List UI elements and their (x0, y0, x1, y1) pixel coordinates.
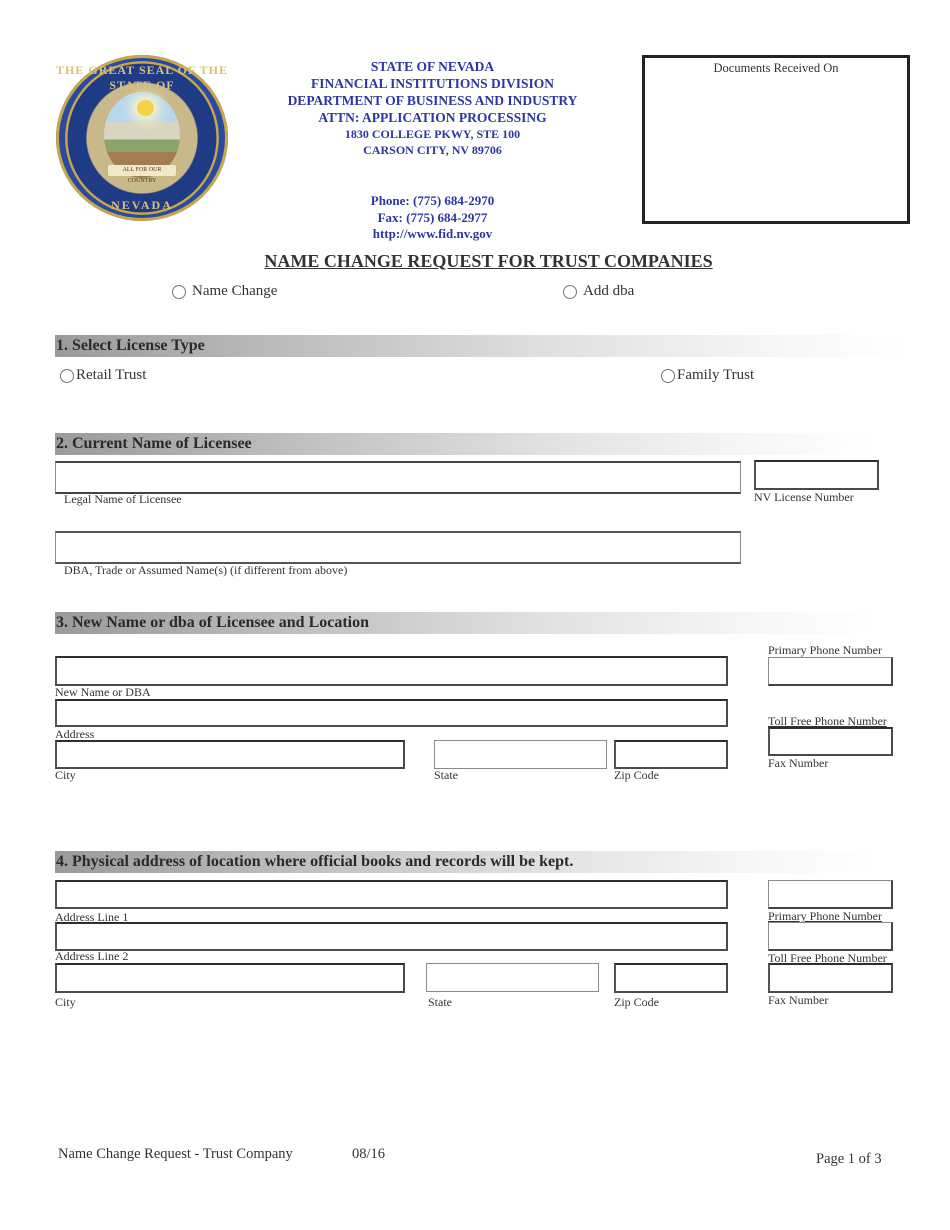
agency-address-line: CARSON CITY, NV 89706 (363, 143, 502, 157)
radio-button-retail-trust[interactable] (60, 368, 74, 383)
city-label: City (55, 768, 76, 782)
footer-page-number: Page 1 of 3 (816, 1151, 882, 1167)
seal-bottom-text: NEVADA (111, 198, 173, 212)
agency-line: FINANCIAL INSTITUTIONS DIVISION (310, 76, 555, 91)
primary-phone-field-2[interactable] (768, 880, 893, 909)
agency-header: STATE OF NEVADA FINANCIAL INSTITUTIONS D… (270, 58, 595, 158)
radio-label: Retail Trust (76, 367, 147, 383)
footer-revision: 08/16 (352, 1146, 386, 1162)
city-label-2: City (55, 995, 76, 1009)
radio-option-retail-trust[interactable]: Retail Trust (60, 367, 146, 384)
radio-option-name-change[interactable]: Name Change (172, 283, 277, 300)
address-field[interactable] (55, 699, 728, 727)
primary-phone-label: Primary Phone Number (768, 643, 882, 657)
radio-label: Name Change (192, 283, 278, 299)
footer-form-name: Name Change Request - Trust Company (58, 1146, 293, 1162)
agency-fax: Fax: (775) 684-2977 (377, 209, 488, 225)
form-title: NAME CHANGE REQUEST FOR TRUST COMPANIES (264, 251, 713, 271)
radio-button-add-dba[interactable] (563, 284, 577, 299)
agency-address-line: 1830 COLLEGE PKWY, STE 100 (344, 127, 521, 141)
toll-free-phone-field[interactable] (768, 727, 893, 756)
radio-button-family-trust[interactable] (661, 368, 675, 383)
state-label: State (434, 768, 458, 782)
new-name-field[interactable] (55, 656, 728, 686)
primary-phone-field[interactable] (768, 657, 893, 686)
fax-number-field-2[interactable] (768, 963, 893, 993)
agency-line: ATTN: APPLICATION PROCESSING (318, 110, 547, 125)
address-line1-field[interactable] (55, 880, 728, 909)
zip-code-field-2[interactable] (614, 963, 728, 993)
fax-number-label: Fax Number (768, 756, 829, 770)
city-field[interactable] (55, 740, 405, 769)
seal-top-text: THE GREAT SEAL OF THE STATE OF (56, 63, 228, 92)
address-line2-label: Address Line 2 (55, 949, 129, 963)
state-field[interactable] (434, 740, 607, 769)
radio-label: Add dba (583, 283, 635, 299)
radio-option-family-trust[interactable]: Family Trust (661, 367, 754, 384)
dba-name-field[interactable] (55, 531, 741, 564)
legal-name-field[interactable] (55, 461, 741, 494)
state-field-2[interactable] (426, 963, 599, 992)
seal-motto: ALL FOR OUR COUNTRY (107, 165, 177, 184)
agency-contact: Phone: (775) 684-2970 Fax: (775) 684-297… (300, 193, 565, 243)
documents-received-box: Documents Received On (642, 55, 910, 224)
section-3-header: 3. New Name or dba of Licensee and Locat… (55, 612, 880, 634)
documents-received-label: Documents Received On (713, 61, 839, 75)
agency-line: STATE OF NEVADA (370, 59, 495, 74)
toll-free-phone-field-2[interactable] (768, 922, 893, 951)
radio-button-name-change[interactable] (172, 284, 186, 299)
fax-number-label-2: Fax Number (768, 993, 829, 1007)
agency-website-link[interactable]: http://www.fid.nv.gov (300, 226, 565, 243)
address-line2-field[interactable] (55, 922, 728, 951)
state-label-2: State (428, 995, 452, 1009)
legal-name-label: Legal Name of Licensee (64, 492, 182, 506)
nv-license-number-field[interactable] (754, 460, 879, 490)
nv-license-number-label: NV License Number (754, 490, 854, 504)
zip-code-field[interactable] (614, 740, 728, 769)
agency-phone: Phone: (775) 684-2970 (370, 193, 495, 208)
radio-option-add-dba[interactable]: Add dba (563, 283, 634, 300)
radio-label: Family Trust (677, 367, 755, 383)
new-name-label: New Name or DBA (55, 685, 151, 699)
section-4-header: 4. Physical address of location where of… (55, 851, 880, 873)
dba-name-label: DBA, Trade or Assumed Name(s) (if differ… (64, 563, 348, 577)
zip-code-label-2: Zip Code (614, 995, 659, 1009)
city-field-2[interactable] (55, 963, 405, 993)
section-2-header: 2. Current Name of Licensee (55, 433, 880, 455)
agency-line: DEPARTMENT OF BUSINESS AND INDUSTRY (287, 93, 578, 108)
section-1-header: 1. Select License Type (55, 335, 910, 357)
zip-code-label: Zip Code (614, 768, 659, 782)
nevada-state-seal: THE GREAT SEAL OF THE STATE OF ALL FOR O… (56, 55, 228, 221)
